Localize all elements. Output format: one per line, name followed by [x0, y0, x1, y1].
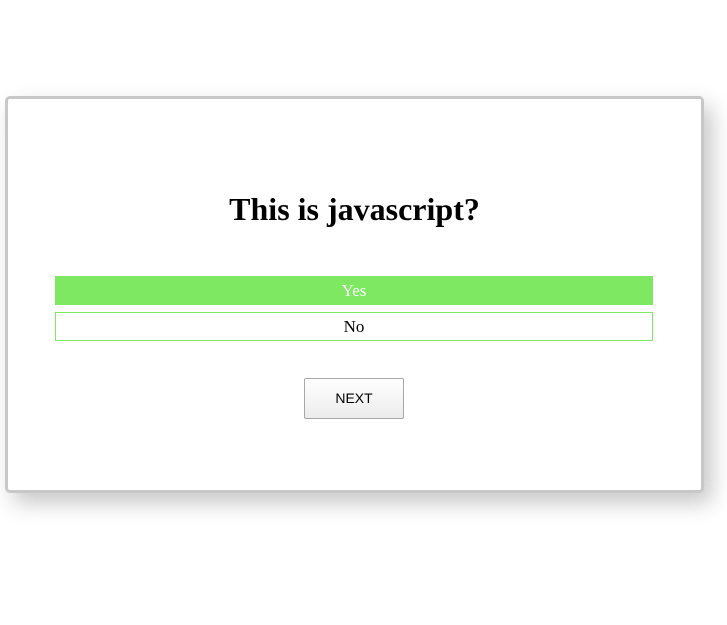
- answer-option-no[interactable]: No: [55, 312, 653, 341]
- next-button[interactable]: NEXT: [304, 378, 404, 419]
- answer-option-yes[interactable]: Yes: [55, 276, 653, 305]
- answer-options: Yes No: [55, 276, 653, 348]
- quiz-card: This is javascript? Yes No NEXT: [5, 96, 704, 493]
- question-text: This is javascript?: [229, 191, 480, 227]
